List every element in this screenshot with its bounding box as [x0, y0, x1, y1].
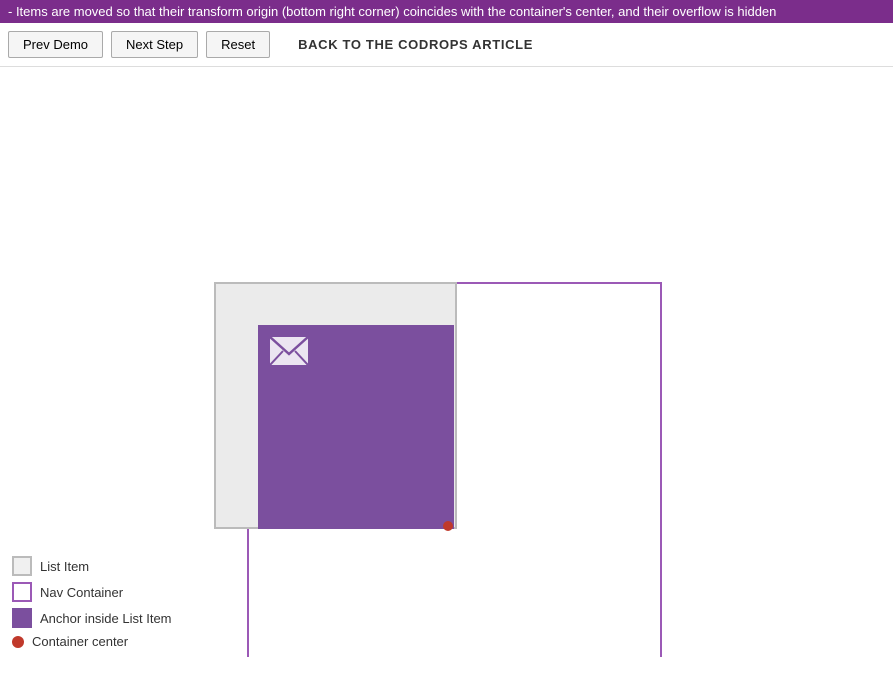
- container-center-dot: [443, 521, 453, 531]
- mail-icon: [270, 337, 308, 369]
- legend-nav-container: Nav Container: [12, 582, 188, 602]
- legend-list-item: List Item: [12, 556, 188, 576]
- legend-label-list-item: List Item: [40, 559, 89, 574]
- legend-swatch-dot: [12, 636, 24, 648]
- legend-swatch-nav: [12, 582, 32, 602]
- anchor-box: [258, 325, 454, 529]
- banner-text: - Items are moved so that their transfor…: [8, 4, 776, 19]
- info-banner: - Items are moved so that their transfor…: [0, 0, 893, 23]
- legend-anchor: Anchor inside List Item: [12, 608, 188, 628]
- legend-label-center: Container center: [32, 634, 128, 649]
- legend-swatch-list-item: [12, 556, 32, 576]
- legend-label-anchor: Anchor inside List Item: [40, 611, 172, 626]
- toolbar: Prev Demo Next Step Reset BACK TO THE CO…: [0, 23, 893, 67]
- prev-demo-button[interactable]: Prev Demo: [8, 31, 103, 58]
- legend-label-nav: Nav Container: [40, 585, 123, 600]
- legend-center: Container center: [12, 634, 188, 649]
- demo-area: List Item Nav Container Anchor inside Li…: [0, 67, 893, 657]
- legend: List Item Nav Container Anchor inside Li…: [0, 548, 200, 657]
- back-to-article-link[interactable]: BACK TO THE CODROPS ARTICLE: [298, 37, 533, 52]
- legend-swatch-anchor: [12, 608, 32, 628]
- next-step-button[interactable]: Next Step: [111, 31, 198, 58]
- reset-button[interactable]: Reset: [206, 31, 270, 58]
